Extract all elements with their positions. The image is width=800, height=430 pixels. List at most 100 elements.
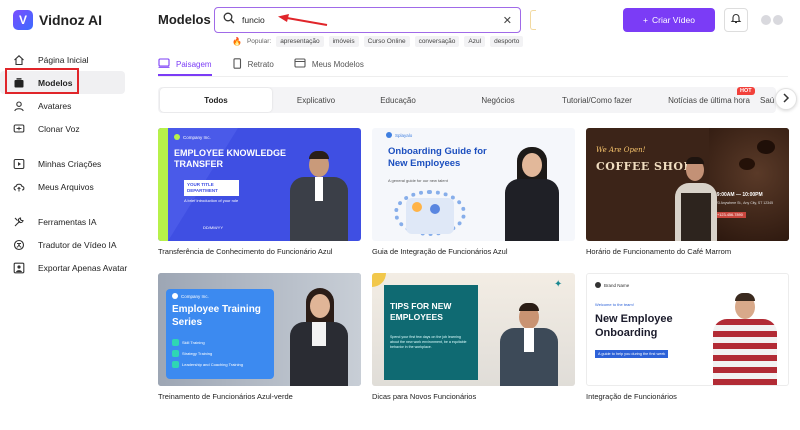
popular-tag[interactable]: imóveis: [328, 36, 359, 47]
sidebar-item-label: Meus Arquivos: [38, 181, 94, 192]
sidebar-item-my-creations[interactable]: Minhas Criações: [0, 152, 135, 175]
sidebar-item-video-translator[interactable]: Tradutor de Vídeo IA: [0, 233, 135, 256]
template-thumbnail: We Are Open! COFFEE SHOP 09:00AM — 10:00…: [586, 128, 789, 241]
popular-tag[interactable]: Curso Online: [363, 36, 410, 47]
tab-my-templates[interactable]: Meus Modelos: [294, 56, 364, 72]
thumb-line: Spend your first few days on the job lea…: [390, 335, 467, 349]
thumb-headline: TIPS FOR NEW EMPLOYEES: [390, 301, 452, 322]
thumb-subtitle: YOUR TITLE DEPARTMENT: [184, 180, 239, 196]
template-thumbnail: TIPS FOR NEW EMPLOYEES Spend your first …: [372, 273, 575, 386]
portrait-icon: [232, 57, 242, 71]
logo-icon: V: [13, 10, 33, 30]
thumb-headline: New Employee Onboarding: [595, 313, 673, 339]
template-card[interactable]: Company Inc. EMPLOYEE KNOWLEDGE TRANSFER…: [158, 128, 361, 256]
popular-tag[interactable]: apresentação: [276, 36, 324, 47]
presenter-avatar: [671, 151, 721, 241]
thumb-line: A general guide for our new talent: [388, 178, 448, 183]
template-card[interactable]: Splayalo Onboarding Guide for New Employ…: [372, 128, 575, 256]
notification-button[interactable]: [724, 8, 748, 32]
sidebar-item-avatars[interactable]: Avatares: [0, 94, 135, 117]
sidebar-item-templates[interactable]: Modelos: [0, 71, 125, 94]
sidebar-item-label: Modelos: [38, 77, 73, 88]
presenter-avatar: [705, 285, 785, 385]
create-video-label: Criar Vídeo: [651, 15, 695, 25]
category-educacao[interactable]: Educação: [360, 87, 436, 113]
popular-tag[interactable]: Azul: [464, 36, 486, 47]
translate-icon: [12, 238, 25, 251]
template-thumbnail: Company Inc. Employee Training Series Sk…: [158, 273, 361, 386]
search-icon: [223, 11, 235, 29]
category-saude[interactable]: Saú: [760, 87, 776, 113]
page-title: Modelos: [158, 12, 211, 27]
home-icon: [12, 53, 25, 66]
category-negocios[interactable]: Negócios: [436, 87, 560, 113]
thumb-line: A guide to help you during the first wee…: [595, 350, 669, 358]
thumb-date: DD/MM/YY: [203, 225, 223, 230]
format-tabs: Paisagem Retrato Meus Modelos: [158, 56, 364, 72]
sidebar-item-label: Clonar Voz: [38, 123, 80, 134]
sidebar-item-label: Ferramentas IA: [38, 216, 97, 227]
logo-text: Vidnoz AI: [39, 12, 102, 28]
voice-clone-icon: [12, 122, 25, 135]
sidebar-nav: Página Inicial Modelos Avatares Clonar V…: [0, 48, 135, 279]
thumb-headline: EMPLOYEE KNOWLEDGE TRANSFER: [174, 148, 287, 169]
thumb-script: We Are Open!: [596, 146, 646, 154]
thumb-brand: Company Inc.: [172, 293, 209, 299]
search-bar[interactable]: ✕: [214, 7, 521, 33]
plus-icon: +: [643, 15, 648, 25]
sidebar-item-label: Avatares: [38, 100, 72, 111]
tab-label: Paisagem: [176, 59, 212, 69]
template-card[interactable]: TIPS FOR NEW EMPLOYEES Spend your first …: [372, 273, 575, 401]
thumb-line: A brief introduction of your role: [184, 198, 239, 203]
template-caption: Treinamento de Funcionários Azul-verde: [158, 392, 293, 401]
logo[interactable]: V Vidnoz AI: [13, 10, 102, 30]
template-caption: Dicas para Novos Funcionários: [372, 392, 477, 401]
sidebar-item-label: Página Inicial: [38, 54, 89, 65]
create-video-button[interactable]: + Criar Vídeo: [623, 8, 715, 32]
presenter-avatar: [282, 282, 356, 386]
template-thumbnail: Company Inc. EMPLOYEE KNOWLEDGE TRANSFER…: [158, 128, 361, 241]
category-tutorial[interactable]: Tutorial/Como fazer: [552, 87, 642, 113]
presenter-avatar: [284, 141, 354, 241]
bell-icon: [730, 11, 742, 29]
divider: [158, 76, 788, 77]
user-avatar[interactable]: [759, 12, 785, 28]
tab-label: Retrato: [247, 59, 274, 69]
sidebar-item-voice-clone[interactable]: Clonar Voz: [0, 117, 135, 140]
template-card[interactable]: Company Inc. Employee Training Series Sk…: [158, 273, 361, 401]
template-caption: Horário de Funcionamento do Café Marrom: [586, 247, 732, 256]
thumb-headline: Employee Training Series: [172, 304, 261, 328]
tab-landscape[interactable]: Paisagem: [158, 56, 212, 72]
category-todos[interactable]: Todos: [160, 88, 272, 112]
template-thumbnail: Splayalo Onboarding Guide for New Employ…: [372, 128, 575, 241]
category-next-button[interactable]: [775, 88, 797, 110]
thumb-welcome: Welcome to the team!: [595, 302, 634, 307]
tab-portrait[interactable]: Retrato: [232, 56, 274, 72]
thumb-brand: Brand Name: [595, 282, 629, 288]
popular-tag[interactable]: conversação: [414, 36, 460, 47]
template-card[interactable]: Brand Name Welcome to the team! New Empl…: [586, 273, 789, 401]
popular-label: Popular:: [246, 38, 272, 45]
popular-tag[interactable]: desporto: [490, 36, 524, 47]
fire-icon: 🔥: [232, 37, 242, 46]
sidebar-item-label: Minhas Criações: [38, 158, 102, 169]
template-caption: Transferência de Conhecimento do Funcion…: [158, 247, 333, 256]
sidebar-item-home[interactable]: Página Inicial: [0, 48, 135, 71]
presenter-avatar: [497, 141, 567, 241]
sidebar-item-label: Tradutor de Vídeo IA: [38, 239, 117, 250]
sidebar-item-ai-tools[interactable]: Ferramentas IA: [0, 210, 135, 233]
sidebar-item-my-files[interactable]: Meus Arquivos: [0, 175, 135, 198]
template-caption: Guia de Integração de Funcionários Azul: [372, 247, 508, 256]
clear-search-icon[interactable]: ✕: [503, 14, 512, 27]
presenter-avatar: [492, 291, 566, 386]
decorative-bracket: [530, 10, 536, 30]
sidebar-item-export-avatar[interactable]: Exportar Apenas Avatar: [0, 256, 135, 279]
tools-icon: [12, 215, 25, 228]
app-window: V Vidnoz AI Página Inicial Modelos Avata…: [0, 0, 800, 430]
template-card[interactable]: We Are Open! COFFEE SHOP 09:00AM — 10:00…: [586, 128, 789, 256]
thumb-brand: Splayalo: [386, 132, 412, 138]
category-explicativo[interactable]: Explicativo: [272, 87, 360, 113]
export-avatar-icon: [12, 261, 25, 274]
play-icon: [12, 157, 25, 170]
sidebar: V Vidnoz AI Página Inicial Modelos Avata…: [0, 0, 135, 430]
